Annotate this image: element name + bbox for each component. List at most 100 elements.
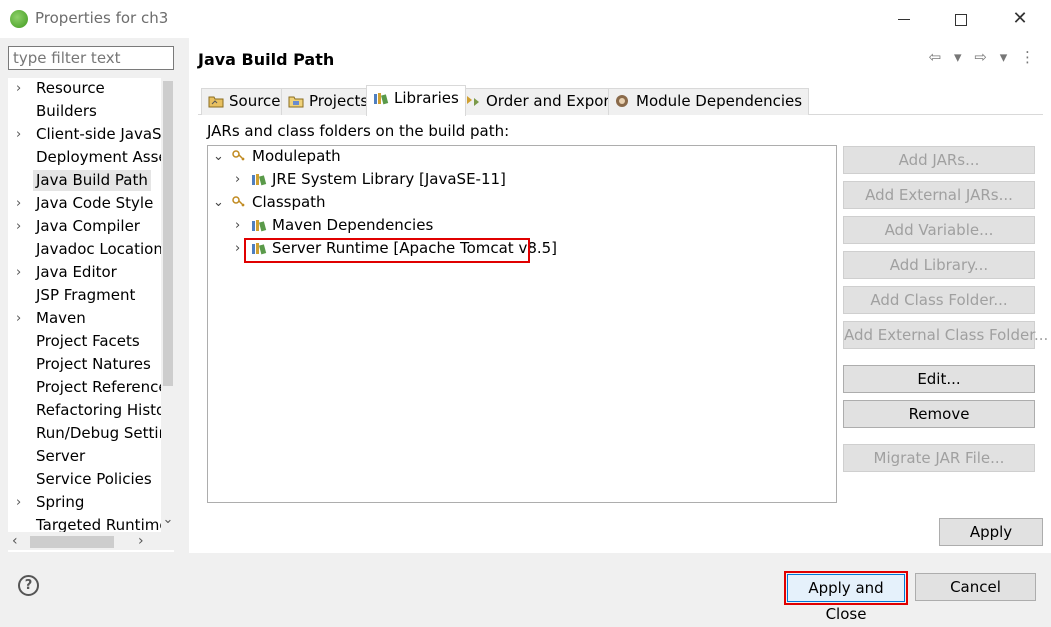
sidebar-item-label: Builders: [36, 102, 97, 120]
chevron-down-icon[interactable]: ⌄: [213, 146, 225, 167]
tree-item-jre-system-library[interactable]: › JRE System Library [JavaSE-11]: [208, 169, 836, 192]
tree-item-label: JRE System Library [JavaSE-11]: [272, 170, 506, 188]
order-export-icon: [467, 96, 479, 106]
add-variable-button[interactable]: Add Variable...: [843, 216, 1035, 244]
scroll-left-arrow-icon[interactable]: ‹: [12, 533, 18, 549]
tab-source[interactable]: Source: [201, 88, 288, 115]
build-path-description: JARs and class folders on the build path…: [207, 122, 510, 140]
sidebar-item-label: Deployment Asser: [36, 148, 174, 166]
tree-item-modulepath[interactable]: ⌄ Modulepath: [208, 146, 836, 169]
tree-item-label: Maven Dependencies: [272, 216, 434, 234]
apply-button[interactable]: Apply: [939, 518, 1043, 546]
minimize-icon: [898, 19, 910, 20]
add-class-folder-button[interactable]: Add Class Folder...: [843, 286, 1035, 314]
scrollbar-thumb[interactable]: [163, 81, 173, 386]
chevron-right-icon[interactable]: ›: [16, 124, 26, 145]
chevron-right-icon[interactable]: ›: [16, 492, 26, 513]
path-icon: [232, 196, 245, 207]
more-options-icon[interactable]: ⋮: [1020, 48, 1035, 66]
tab-libraries[interactable]: Libraries: [366, 85, 466, 116]
libraries-icon: [374, 93, 389, 105]
apply-and-close-button[interactable]: Apply and Close: [784, 571, 908, 623]
left-pane: type filter text › Resource Builders › C…: [0, 38, 183, 553]
minimize-button[interactable]: [884, 4, 924, 34]
tab-label: Projects: [309, 92, 369, 110]
add-library-button[interactable]: Add Library...: [843, 251, 1035, 279]
sidebar-item-label: Spring: [36, 493, 85, 511]
tab-label: Source: [229, 92, 281, 110]
right-pane: Java Build Path ⇦ ▾ ⇨ ▾ ⋮ Source Project…: [189, 38, 1051, 553]
tree-item-maven-dependencies[interactable]: › Maven Dependencies: [208, 215, 836, 238]
tree-item-classpath[interactable]: ⌄ Classpath: [208, 192, 836, 215]
tab-projects[interactable]: Projects: [281, 88, 376, 115]
dialog-footer: ? Apply and Close Cancel: [0, 553, 1051, 623]
chevron-right-icon[interactable]: ›: [16, 216, 26, 237]
maximize-icon: [955, 13, 967, 26]
sidebar-item-label: Client-side JavaSc: [36, 125, 170, 143]
sidebar-item-label: Refactoring Histor: [36, 401, 172, 419]
back-menu-icon[interactable]: ▾: [954, 48, 962, 66]
sidebar-item-label: Java Compiler: [36, 217, 140, 235]
sidebar-item-label: Project Facets: [36, 332, 140, 350]
back-arrow-icon[interactable]: ⇦: [929, 48, 942, 66]
vertical-scrollbar[interactable]: ⌄: [161, 78, 174, 532]
projects-icon: [288, 96, 304, 108]
filter-input[interactable]: type filter text: [8, 46, 174, 70]
library-icon: [252, 174, 267, 186]
sidebar-item-label: Java Code Style: [36, 194, 154, 212]
maximize-button[interactable]: [941, 4, 981, 34]
page-title: Java Build Path: [198, 50, 335, 69]
remove-button[interactable]: Remove: [843, 400, 1035, 428]
horizontal-scrollbar[interactable]: ‹ ›: [8, 532, 174, 550]
edit-button[interactable]: Edit...: [843, 365, 1035, 393]
title-bar: Properties for ch3 ✕: [0, 0, 1051, 38]
sidebar-item-label: Service Policies: [36, 470, 152, 488]
navigation-toolbar: ⇦ ▾ ⇨ ▾ ⋮: [921, 48, 1035, 66]
tree-item-label: Classpath: [252, 193, 326, 211]
apply-and-close-label: Apply and Close: [787, 574, 905, 623]
migrate-jar-file-button[interactable]: Migrate JAR File...: [843, 444, 1035, 472]
close-button[interactable]: ✕: [1000, 4, 1040, 34]
add-external-class-folder-button[interactable]: Add External Class Folder...: [843, 321, 1048, 349]
sidebar-item-label: Javadoc Location: [36, 240, 163, 258]
chevron-right-icon[interactable]: ›: [16, 78, 26, 99]
property-pages-tree: › Resource Builders › Client-side JavaSc…: [8, 78, 174, 552]
source-folder-icon: [208, 96, 224, 108]
sidebar-item-label: Server: [36, 447, 86, 465]
forward-menu-icon[interactable]: ▾: [1000, 48, 1008, 66]
help-icon[interactable]: ?: [18, 575, 39, 596]
scroll-right-arrow-icon[interactable]: ›: [138, 533, 144, 549]
cancel-button[interactable]: Cancel: [915, 573, 1036, 601]
chevron-right-icon[interactable]: ›: [235, 169, 247, 190]
sidebar-item-label: JSP Fragment: [36, 286, 136, 304]
tab-label: Libraries: [394, 89, 459, 107]
add-jars-button[interactable]: Add JARs...: [843, 146, 1035, 174]
chevron-right-icon[interactable]: ›: [16, 308, 26, 329]
scroll-down-arrow-icon[interactable]: ⌄: [162, 512, 174, 528]
forward-arrow-icon[interactable]: ⇨: [974, 48, 987, 66]
module-icon: [616, 95, 628, 107]
path-icon: [232, 150, 245, 161]
sidebar-item-label: Maven: [36, 309, 86, 327]
sidebar-item-label: Run/Debug Settir: [36, 424, 165, 442]
tab-label: Module Dependencies: [636, 92, 803, 110]
sidebar-item-label: Resource: [36, 79, 105, 97]
chevron-right-icon[interactable]: ›: [16, 262, 26, 283]
sidebar-item-label: Java Editor: [36, 263, 117, 281]
add-external-jars-button[interactable]: Add External JARs...: [843, 181, 1035, 209]
tab-module-dependencies[interactable]: Module Dependencies: [608, 88, 810, 115]
chevron-down-icon[interactable]: ⌄: [213, 192, 225, 213]
tab-order-and-export[interactable]: Order and Export: [458, 88, 623, 115]
scrollbar-thumb[interactable]: [30, 536, 114, 548]
tab-label: Order and Export: [486, 92, 616, 110]
chevron-right-icon[interactable]: ›: [235, 215, 247, 236]
window-title: Properties for ch3: [35, 9, 169, 27]
sidebar-item-label: Java Build Path: [33, 170, 151, 191]
app-icon: [10, 10, 28, 28]
tree-item-label: Modulepath: [252, 147, 341, 165]
chevron-right-icon[interactable]: ›: [16, 193, 26, 214]
sidebar-item-label: Project Reference: [36, 378, 168, 396]
highlight-box: [244, 238, 530, 263]
sidebar-item-label: Project Natures: [36, 355, 151, 373]
build-path-tree[interactable]: ⌄ Modulepath › JRE System Library [JavaS…: [207, 145, 837, 503]
